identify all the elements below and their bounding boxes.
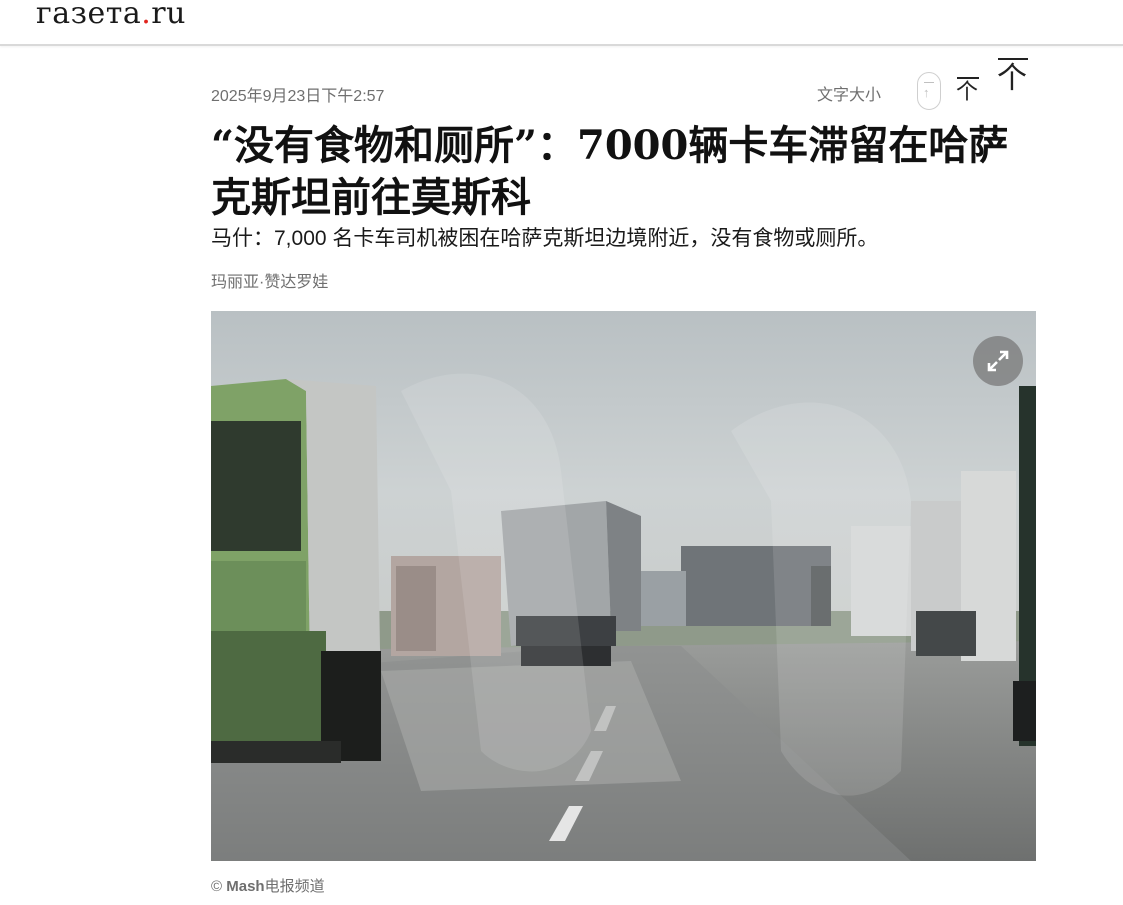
font-size-small-icon[interactable]: ↑: [917, 72, 941, 110]
article-photo: [211, 311, 1036, 861]
expand-photo-button[interactable]: [973, 336, 1023, 386]
photo-credit: © Mash电报频道: [211, 875, 325, 896]
article-author[interactable]: 玛丽亚·赞达罗娃: [211, 268, 328, 292]
publish-date: 2025年9月23日下午2:57: [211, 88, 385, 105]
logo-tld: ru: [151, 0, 186, 31]
site-logo[interactable]: газета.ru: [36, 0, 186, 31]
expand-icon: [987, 350, 1009, 372]
article-title: “没有食物和厕所”：7000辆卡车滞留在哈萨克斯坦前往莫斯科: [211, 122, 1009, 221]
credit-source: Mash: [226, 878, 265, 895]
credit-copyright: ©: [211, 878, 223, 895]
credit-suffix: 电报频道: [264, 878, 325, 895]
logo-main: газета: [36, 0, 142, 31]
article-lede: 马什：7,000 名卡车司机被困在哈萨克斯坦边境附近，没有食物或厕所。: [211, 227, 879, 250]
logo-dot: .: [141, 0, 152, 31]
font-size-medium-icon[interactable]: 个: [955, 69, 981, 109]
font-size-label: 文字大小: [817, 87, 882, 104]
article-meta: 2025年9月23日下午2:57 文字大小 ↑ 个 个: [211, 58, 1036, 110]
site-header: газета.ru: [0, 0, 1123, 46]
font-size-large-icon[interactable]: 个: [996, 58, 1030, 112]
truck-photo-illustration: [211, 311, 1036, 861]
